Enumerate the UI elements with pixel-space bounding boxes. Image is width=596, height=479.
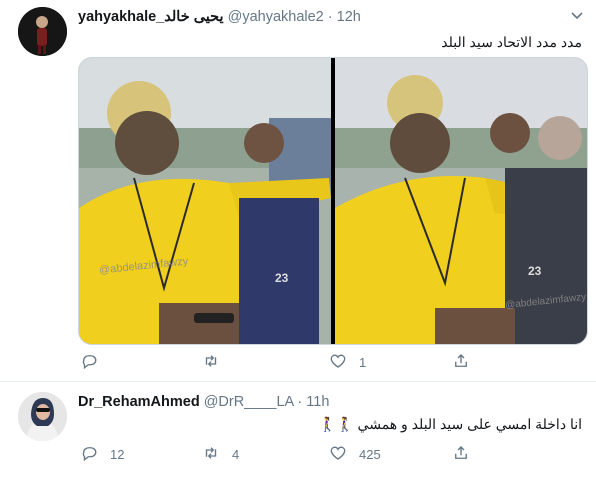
- chevron-down-icon[interactable]: [570, 8, 584, 24]
- display-name[interactable]: yahyakhale_يحيى خالد: [78, 9, 224, 25]
- retweet-button[interactable]: [202, 352, 232, 373]
- share-icon: [452, 352, 470, 373]
- like-button[interactable]: 1: [329, 352, 366, 373]
- video-frame-right: @abdelazimfawzy 23: [335, 58, 587, 344]
- like-button[interactable]: 425: [329, 444, 381, 465]
- share-icon: [452, 444, 470, 465]
- like-count: 425: [359, 447, 381, 462]
- jersey-number: 23: [528, 264, 542, 278]
- tweet-text: انا داخلة امسي على سيد البلد و همشي 🚶‍♀️…: [318, 416, 582, 432]
- separator: ·: [297, 394, 303, 410]
- retweet-icon: [202, 352, 220, 373]
- tweet-header: Dr_RehamAhmed @DrR____LA · 11h: [78, 394, 329, 410]
- timestamp[interactable]: 12h: [337, 9, 361, 25]
- separator: ·: [327, 9, 333, 25]
- avatar[interactable]: [18, 7, 67, 56]
- tweet[interactable]: yahyakhale_يحيى خالد @yahyakhale2 · 12h …: [0, 0, 596, 382]
- retweet-button[interactable]: 4: [202, 444, 239, 465]
- handle[interactable]: @yahyakhale2: [228, 9, 324, 25]
- video-frame-left: @abdelazimfawzy 23: [79, 58, 331, 344]
- like-count: 1: [359, 355, 367, 370]
- retweet-icon: [202, 444, 220, 465]
- handle[interactable]: @DrR____LA: [204, 394, 294, 410]
- tweet-media[interactable]: @abdelazimfawzy 23 @abdelazimfawzy 23: [78, 57, 588, 345]
- heart-icon: [329, 352, 347, 373]
- reply-button[interactable]: 12: [80, 444, 124, 465]
- reply-button[interactable]: [80, 352, 110, 373]
- reply-count: 12: [110, 447, 125, 462]
- heart-icon: [329, 444, 347, 465]
- tweet-text: مدد مدد الاتحاد سيد البلد: [441, 34, 582, 50]
- share-button[interactable]: [452, 352, 470, 373]
- jersey-number: 23: [275, 271, 289, 285]
- reply-icon: [80, 352, 98, 373]
- timestamp[interactable]: 11h: [306, 394, 329, 410]
- display-name[interactable]: Dr_RehamAhmed: [78, 394, 200, 410]
- share-button[interactable]: [452, 444, 470, 465]
- avatar[interactable]: [18, 392, 67, 441]
- reply-icon: [80, 444, 98, 465]
- retweet-count: 4: [232, 447, 240, 462]
- tweet-header: yahyakhale_يحيى خالد @yahyakhale2 · 12h: [78, 9, 361, 25]
